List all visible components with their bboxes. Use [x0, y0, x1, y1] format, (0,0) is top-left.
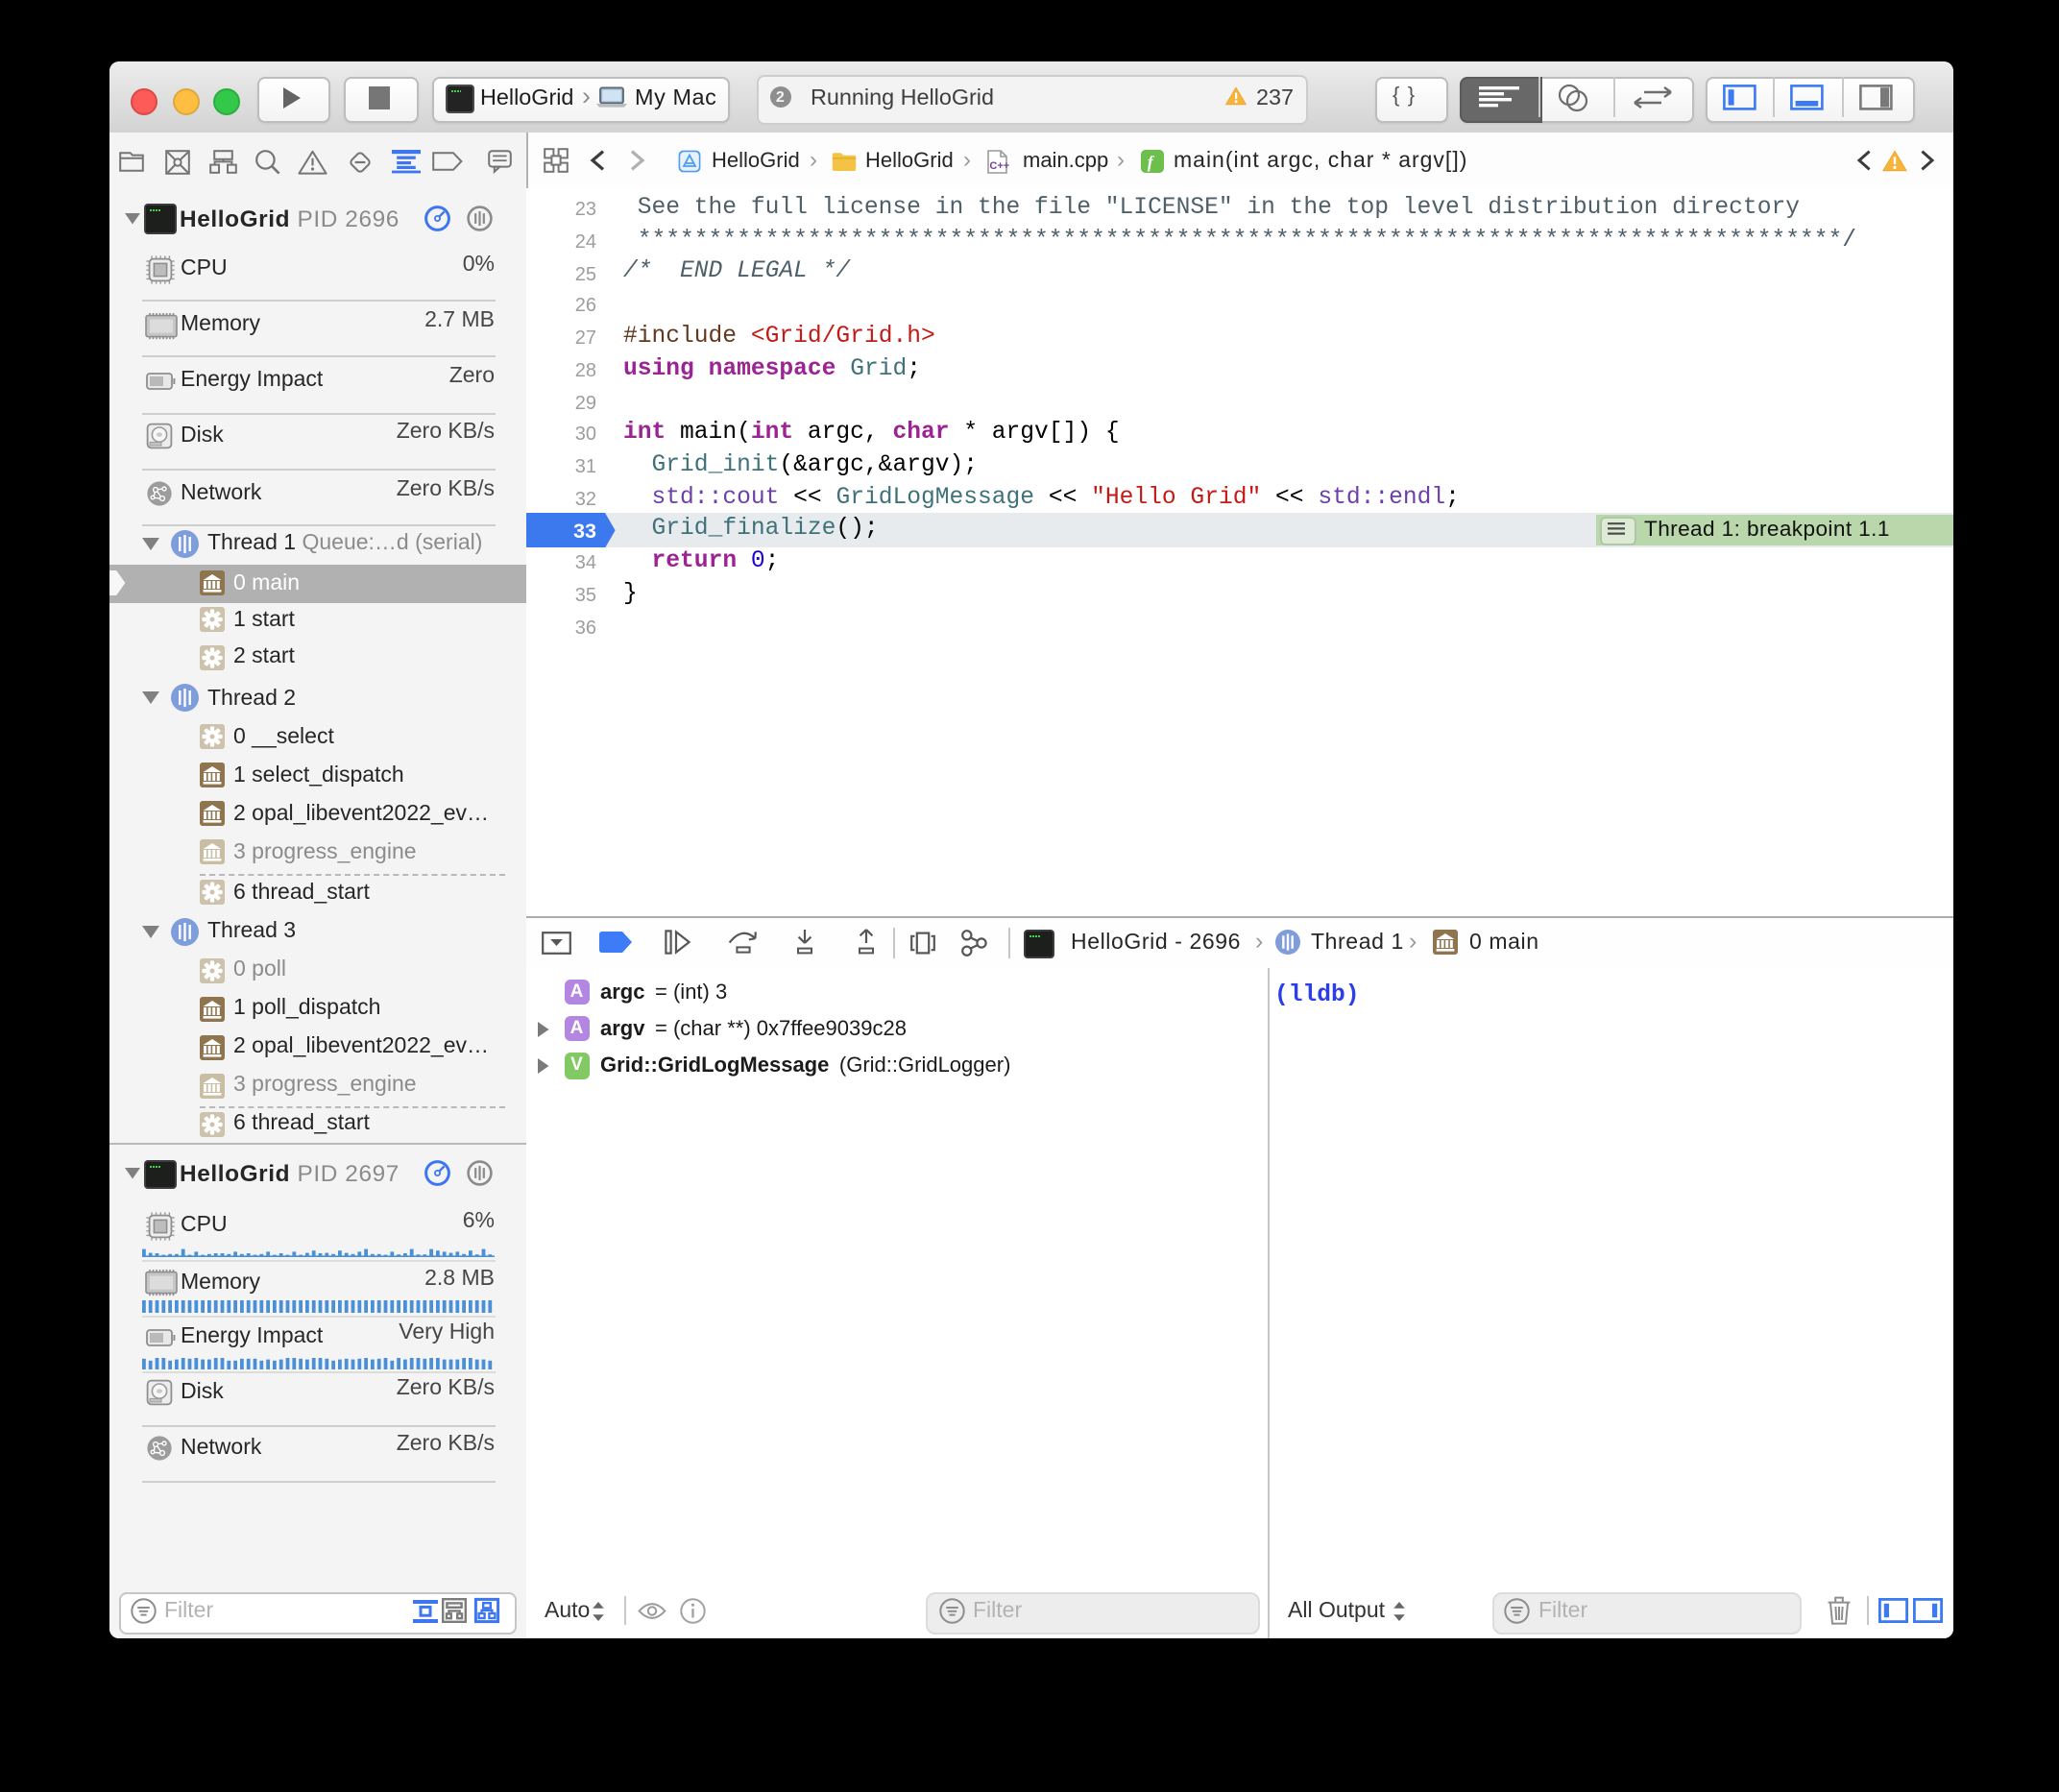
svg-text:C++: C++: [989, 159, 1009, 171]
